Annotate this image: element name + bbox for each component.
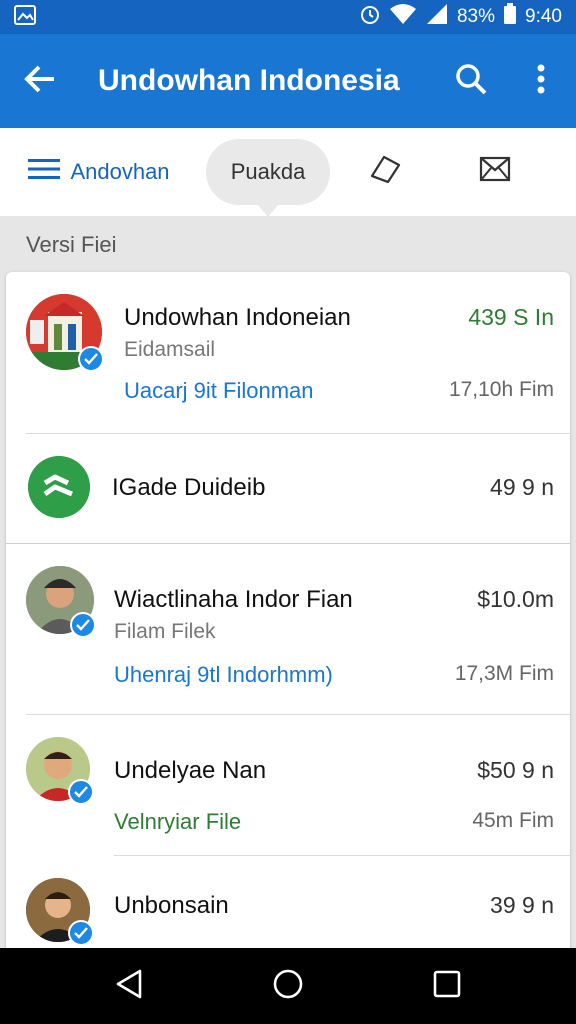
menu-icon: [28, 158, 61, 186]
status-bar: 83% 9:40: [0, 0, 576, 34]
wifi-icon: [389, 3, 417, 31]
item-link[interactable]: Uhenraj 9tl Indorhmm): [114, 662, 333, 688]
verified-badge-icon: [68, 779, 94, 805]
item-amount: 439 S In: [468, 304, 554, 330]
tab-mail[interactable]: [440, 139, 550, 205]
avatar: [28, 456, 90, 518]
file-list: Undowhan Indoneian Eidamsail Uacarj 9it …: [6, 272, 570, 952]
verified-badge-icon: [68, 920, 94, 946]
item-name: Wiactlinaha Indor Fian: [114, 586, 353, 613]
tag-icon: [368, 154, 402, 190]
item-subtitle: Filam Filek: [114, 620, 216, 643]
item-name: Undelyae Nan: [114, 757, 267, 784]
tab-menu-label: Andovhan: [70, 159, 170, 184]
tab-active[interactable]: Puakda: [206, 139, 330, 217]
list-item[interactable]: Wiactlinaha Indor Fian Filam Filek Uhenr…: [6, 544, 570, 714]
battery-percent: 83%: [456, 6, 496, 27]
tab-menu[interactable]: Andovhan: [8, 139, 190, 205]
verified-badge-icon: [70, 612, 96, 638]
clock-time: 9:40: [525, 6, 562, 27]
verified-badge-icon: [78, 346, 104, 372]
triangle-back-icon: [114, 968, 144, 1005]
nav-home-button[interactable]: [248, 948, 328, 1024]
square-recents-icon: [433, 970, 461, 1003]
battery-icon: [503, 3, 517, 31]
alarm-icon: [359, 3, 381, 31]
item-subtitle: Eidamsail: [124, 338, 216, 361]
item-link[interactable]: Velnryiar File: [114, 809, 241, 835]
tab-tag[interactable]: [330, 139, 440, 205]
search-icon: [455, 63, 487, 100]
item-amount: $10.0m: [477, 586, 554, 612]
tab-bar: Andovhan Puakda: [0, 128, 576, 217]
image-icon: [14, 4, 36, 30]
more-options-button[interactable]: [506, 34, 576, 128]
item-meta: 17,3M Fim: [454, 662, 554, 685]
section-label: Versi Fiei: [26, 232, 117, 257]
item-amount: 49 9 n: [490, 474, 554, 500]
list-item[interactable]: Unbonsain 39 9 n: [6, 856, 570, 952]
search-button[interactable]: [436, 34, 506, 128]
system-nav-bar: [0, 948, 576, 1024]
list-item[interactable]: Undowhan Indoneian Eidamsail Uacarj 9it …: [6, 272, 570, 432]
item-amount: 39 9 n: [490, 892, 554, 918]
circle-home-icon: [272, 968, 304, 1005]
back-button[interactable]: [0, 34, 80, 128]
list-item[interactable]: Undelyae Nan Velnryiar File $50 9 n 45m …: [6, 715, 570, 855]
app-bar: Undowhan Indonesia: [0, 34, 576, 128]
item-meta: 45m Fim: [472, 809, 554, 832]
list-item[interactable]: IGade Duideib 49 9 n: [6, 434, 570, 542]
arrow-back-icon: [24, 65, 56, 98]
tab-active-label: Puakda: [230, 159, 306, 184]
item-meta: 17,10h Fim: [448, 378, 554, 401]
signal-icon: [425, 3, 449, 31]
nav-recents-button[interactable]: [407, 948, 487, 1024]
mail-icon: [479, 156, 511, 188]
item-name: IGade Duideib: [112, 474, 266, 501]
nav-back-button[interactable]: [89, 948, 169, 1024]
item-link[interactable]: Uacarj 9it Filonman: [124, 378, 314, 404]
item-name: Unbonsain: [114, 892, 229, 919]
item-amount: $50 9 n: [477, 757, 554, 783]
more-vert-icon: [537, 64, 545, 99]
item-name: Undowhan Indoneian: [124, 304, 351, 331]
page-title: Undowhan Indonesia: [98, 64, 400, 97]
